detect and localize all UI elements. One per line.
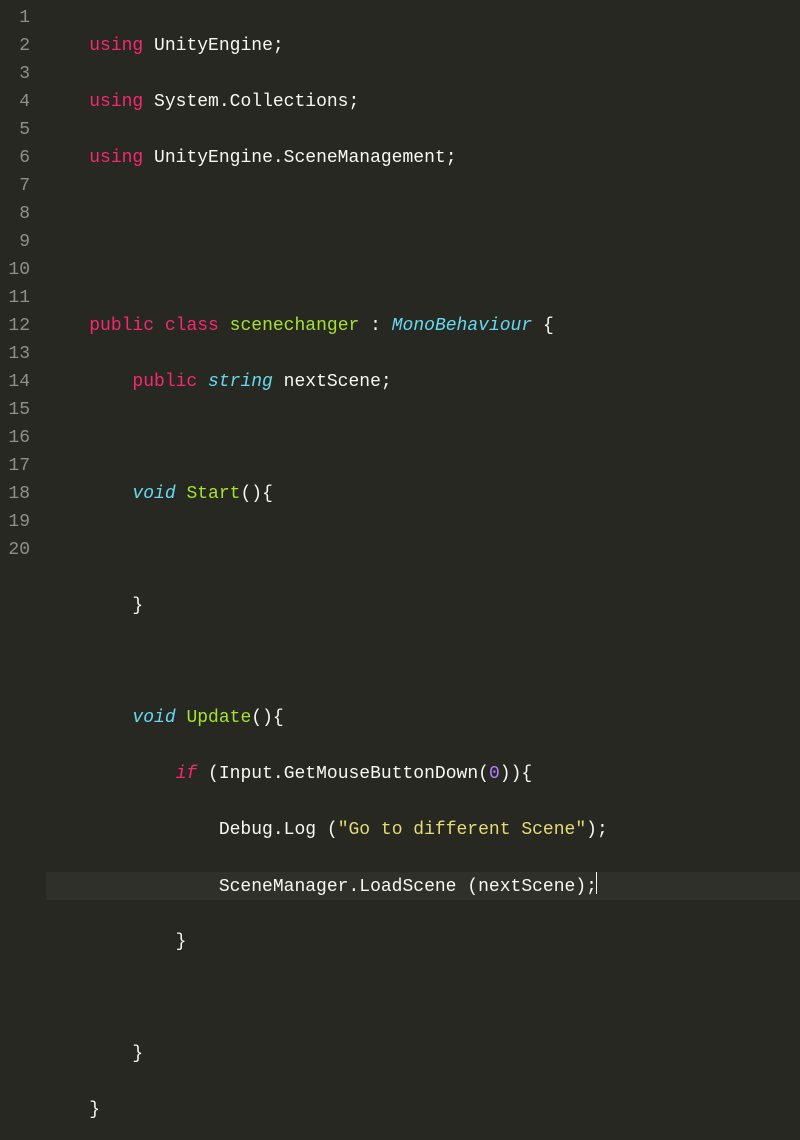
line-number: 18 bbox=[8, 480, 30, 508]
line-number: 10 bbox=[8, 256, 30, 284]
code-line[interactable]: void Update(){ bbox=[46, 704, 800, 732]
code-line[interactable]: } bbox=[46, 1040, 800, 1068]
keyword-using: using bbox=[89, 92, 143, 112]
method-name: Update bbox=[186, 708, 251, 728]
code-line[interactable]: if (Input.GetMouseButtonDown(0)){ bbox=[46, 760, 800, 788]
line-number: 19 bbox=[8, 508, 30, 536]
text-cursor bbox=[596, 872, 597, 894]
field-name: nextScene bbox=[284, 372, 381, 392]
line-number: 12 bbox=[8, 312, 30, 340]
keyword-using: using bbox=[89, 36, 143, 56]
code-line[interactable]: public string nextScene; bbox=[46, 368, 800, 396]
code-line-active[interactable]: SceneManager.LoadScene (nextScene); bbox=[46, 872, 800, 900]
class-name: scenechanger bbox=[230, 316, 360, 336]
code-line[interactable]: } bbox=[46, 592, 800, 620]
line-number: 3 bbox=[8, 60, 30, 88]
line-number: 15 bbox=[8, 396, 30, 424]
code-area[interactable]: using UnityEngine; using System.Collecti… bbox=[42, 0, 800, 570]
code-line[interactable]: } bbox=[46, 1096, 800, 1124]
line-number: 16 bbox=[8, 424, 30, 452]
code-editor[interactable]: 1234567891011121314151617181920 using Un… bbox=[0, 0, 800, 570]
keyword-public: public bbox=[89, 316, 154, 336]
line-number: 20 bbox=[8, 536, 30, 564]
code-line[interactable]: Debug.Log ("Go to different Scene"); bbox=[46, 816, 800, 844]
type-void: void bbox=[132, 484, 175, 504]
line-number: 13 bbox=[8, 340, 30, 368]
line-number: 4 bbox=[8, 88, 30, 116]
number-literal: 0 bbox=[489, 764, 500, 784]
line-number: 5 bbox=[8, 116, 30, 144]
code-line[interactable]: using System.Collections; bbox=[46, 88, 800, 116]
string-literal: "Go to different Scene" bbox=[338, 820, 586, 840]
method-name: Start bbox=[186, 484, 240, 504]
code-line[interactable] bbox=[46, 536, 800, 564]
line-number-gutter: 1234567891011121314151617181920 bbox=[0, 0, 42, 570]
line-number: 9 bbox=[8, 228, 30, 256]
line-number: 14 bbox=[8, 368, 30, 396]
line-number: 11 bbox=[8, 284, 30, 312]
code-line[interactable]: } bbox=[46, 928, 800, 956]
base-type: MonoBehaviour bbox=[392, 316, 532, 336]
code-line[interactable]: public class scenechanger : MonoBehaviou… bbox=[46, 312, 800, 340]
keyword-if: if bbox=[176, 764, 198, 784]
code-line[interactable]: using UnityEngine.SceneManagement; bbox=[46, 144, 800, 172]
code-line[interactable] bbox=[46, 424, 800, 452]
code-line[interactable]: using UnityEngine; bbox=[46, 32, 800, 60]
code-line[interactable] bbox=[46, 256, 800, 284]
line-number: 17 bbox=[8, 452, 30, 480]
keyword-using: using bbox=[89, 148, 143, 168]
code-line[interactable] bbox=[46, 984, 800, 1012]
type-void: void bbox=[132, 708, 175, 728]
line-number: 2 bbox=[8, 32, 30, 60]
line-number: 8 bbox=[8, 200, 30, 228]
type-string: string bbox=[208, 372, 273, 392]
code-line[interactable]: void Start(){ bbox=[46, 480, 800, 508]
line-number: 6 bbox=[8, 144, 30, 172]
line-number: 1 bbox=[8, 4, 30, 32]
keyword-public: public bbox=[132, 372, 197, 392]
keyword-class: class bbox=[165, 316, 219, 336]
code-line[interactable] bbox=[46, 200, 800, 228]
code-line[interactable] bbox=[46, 648, 800, 676]
line-number: 7 bbox=[8, 172, 30, 200]
